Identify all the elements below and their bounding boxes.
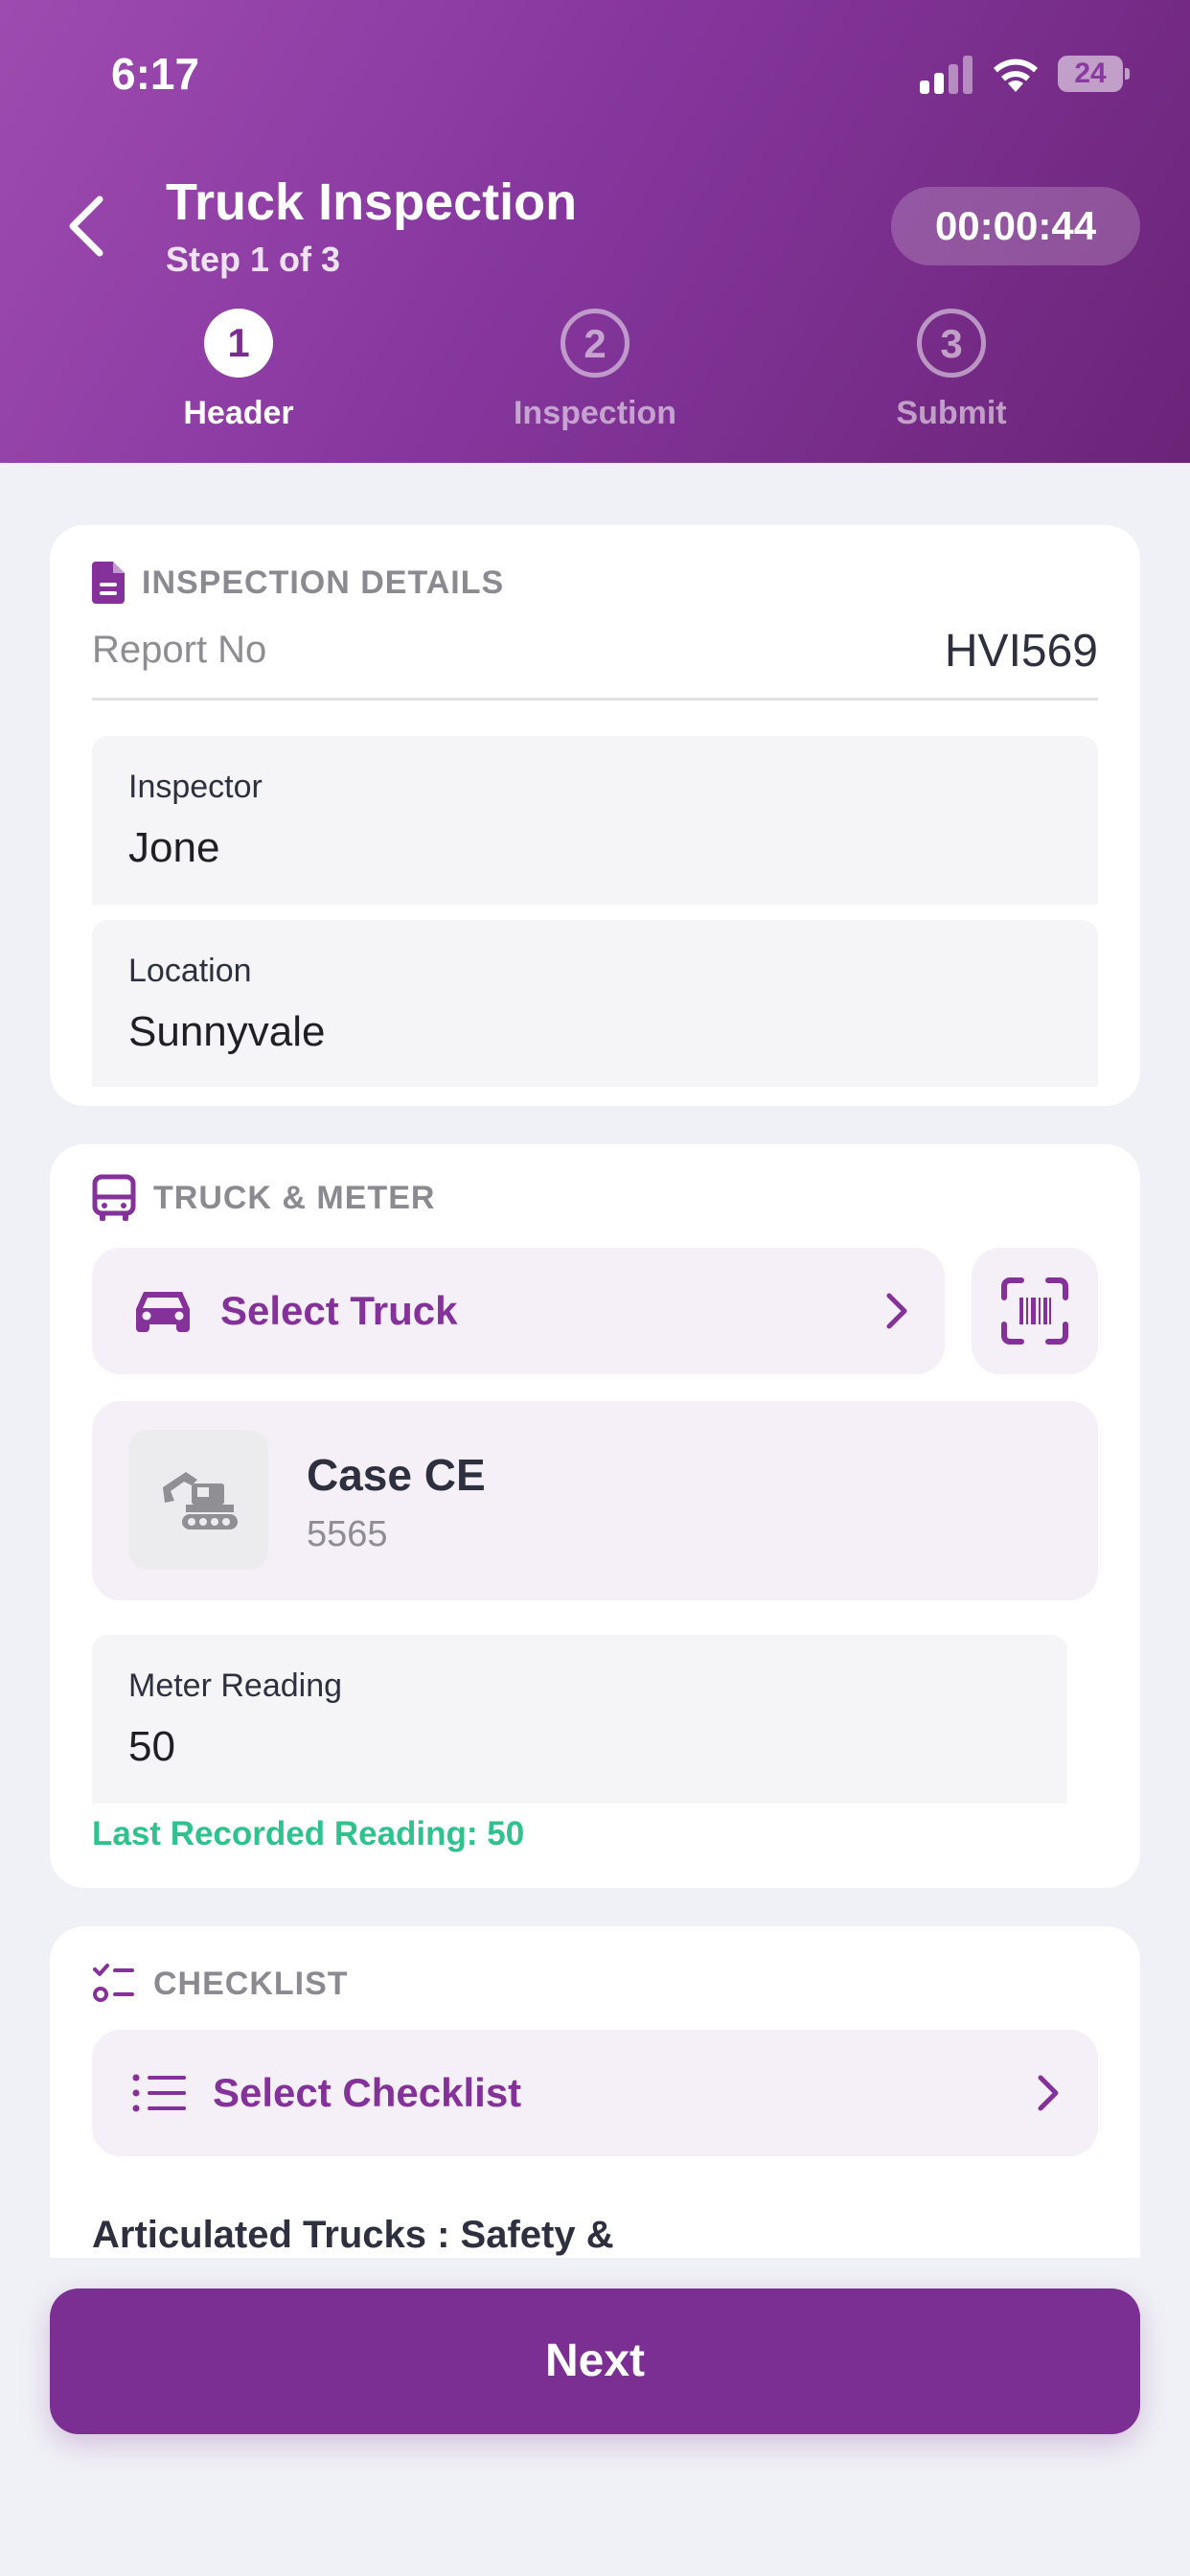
section-header: TRUCK & METER [92,1174,436,1221]
selected-truck-card[interactable]: Case CE 5565 [92,1401,1098,1600]
select-checklist-button[interactable]: Select Checklist [92,2030,1098,2156]
location-field[interactable]: Location Sunnyvale [92,920,1098,1087]
section-title: INSPECTION DETAILS [142,564,505,601]
chevron-right-icon [886,1293,907,1329]
step-indicator-text: Step 1 of 3 [166,240,341,279]
document-icon [92,562,125,604]
next-button[interactable]: Next [50,2288,1140,2434]
barcode-scan-icon [1001,1277,1068,1345]
selected-checklist-name: Articulated Trucks : Safety & [92,2214,614,2256]
step-number: 1 [204,309,273,378]
meter-reading-label: Meter Reading [128,1668,343,1704]
divider [92,698,1098,701]
meter-reading-value: 50 [128,1723,175,1770]
battery-icon: 24 [1058,56,1130,92]
step-submit[interactable]: 3 Submit [836,309,1066,432]
step-label: Inspection [513,395,677,431]
step-header[interactable]: 1 Header [124,309,354,432]
wifi-icon [994,58,1038,92]
select-truck-label: Select Truck [220,1288,458,1333]
bus-icon [92,1174,136,1221]
cellular-signal-icon [920,56,973,94]
inspection-timer: 00:00:44 [891,187,1140,265]
back-arrow-icon[interactable] [57,188,115,264]
section-header: CHECKLIST [92,1963,349,2005]
select-checklist-label: Select Checklist [213,2070,522,2115]
report-no-value: HVI569 [944,626,1098,677]
truck-name: Case CE [307,1450,486,1500]
step-label: Header [183,395,294,431]
checklist-icon [93,1964,134,2002]
last-recorded-reading: Last Recorded Reading: 50 [92,1815,525,1852]
inspector-label: Inspector [128,769,263,805]
inspector-field[interactable]: Inspector Jone [92,736,1098,905]
report-no-label: Report No [92,629,267,671]
barcode-scan-button[interactable] [972,1248,1098,1374]
step-number: 3 [917,309,986,378]
battery-level: 24 [1074,58,1107,89]
truck-thumbnail [128,1430,268,1570]
section-title: TRUCK & METER [153,1179,436,1216]
meter-reading-field[interactable]: Meter Reading 50 [92,1635,1067,1804]
section-header: INSPECTION DETAILS [92,562,504,604]
car-icon [136,1292,190,1332]
step-number: 2 [561,309,629,378]
step-inspection[interactable]: 2 Inspection [480,309,710,432]
chevron-right-icon [1038,2075,1059,2111]
select-truck-button[interactable]: Select Truck [92,1248,945,1374]
status-time: 6:17 [111,49,200,99]
excavator-icon [163,1472,238,1530]
truck-meter-card: TRUCK & METER Select Truck Case CE 5565 … [50,1144,1140,1888]
app-header: 6:17 24 Truck Inspection Step 1 of 3 00:… [0,0,1190,463]
step-label: Submit [896,395,1007,431]
location-value: Sunnyvale [128,1008,326,1055]
page-title: Truck Inspection [166,173,578,231]
list-icon [132,2074,186,2112]
inspector-value: Jone [128,824,220,871]
section-title: CHECKLIST [153,1965,349,2002]
truck-id: 5565 [307,1514,388,1554]
inspection-details-card: INSPECTION DETAILS Report No HVI569 Insp… [50,525,1140,1106]
location-label: Location [128,953,252,989]
